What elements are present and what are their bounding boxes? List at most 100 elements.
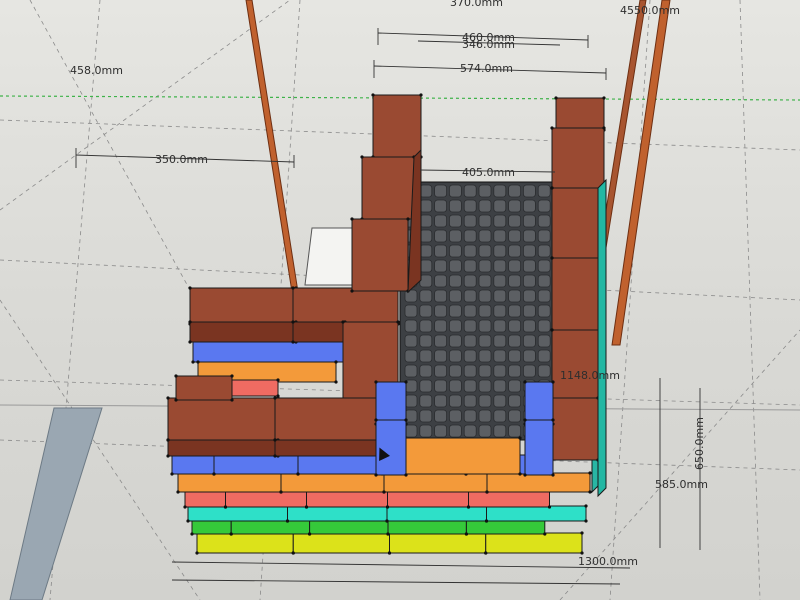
grate-tile xyxy=(419,214,433,228)
grate-tile xyxy=(434,289,448,303)
guide-line xyxy=(29,0,191,291)
grate-tile xyxy=(493,184,507,198)
dimension-350[interactable]: 350.0mm xyxy=(155,153,208,166)
grate-tile xyxy=(508,364,522,378)
course-brick xyxy=(187,505,288,522)
dimension-line xyxy=(171,579,621,585)
vertex-dot xyxy=(170,472,174,476)
course-brick xyxy=(485,532,583,554)
dimension-405[interactable]: 405.0mm xyxy=(462,166,515,179)
grate-tile xyxy=(508,214,522,228)
grate-tile xyxy=(493,379,507,393)
dimension-1148[interactable]: 1148.0mm xyxy=(560,369,620,382)
grate-tile xyxy=(537,199,551,213)
grate-tile xyxy=(448,184,462,198)
grate-tile xyxy=(493,409,507,423)
blue-upright xyxy=(375,381,407,425)
vertex-dot xyxy=(212,472,216,476)
vertex-dot xyxy=(550,328,554,332)
grate-tile xyxy=(434,214,448,228)
grate-tile xyxy=(508,289,522,303)
grate-tile xyxy=(493,334,507,348)
dimension-346[interactable]: 346.0mm xyxy=(462,38,515,51)
blue-brick xyxy=(192,339,349,363)
course-brick xyxy=(383,472,488,493)
course-brick xyxy=(297,454,383,475)
grate-tile xyxy=(523,319,536,333)
grate-tile xyxy=(523,304,536,318)
grate-tile xyxy=(463,379,477,393)
grate-tile xyxy=(493,214,507,228)
vertex-dot xyxy=(554,96,558,100)
vertex-dot xyxy=(485,490,489,494)
grate-tile xyxy=(419,349,433,363)
brick xyxy=(292,287,399,325)
vertex-dot xyxy=(188,286,192,290)
vertex-dot xyxy=(404,380,408,384)
dimension-585[interactable]: 585.0mm xyxy=(655,478,708,491)
grate-tile xyxy=(537,304,551,318)
vertex-dot xyxy=(404,473,408,477)
grate-tile xyxy=(523,334,536,348)
grate-tile xyxy=(434,319,448,333)
course-brick xyxy=(287,505,388,522)
dimension-line xyxy=(171,561,631,569)
grate-tile xyxy=(523,289,536,303)
course-brick xyxy=(486,505,587,522)
model-scene[interactable] xyxy=(0,0,800,600)
course-brick xyxy=(292,532,390,554)
vertex-dot xyxy=(360,155,364,159)
vertex-dot xyxy=(387,551,392,555)
vertex-dot xyxy=(374,473,378,477)
vertex-dot xyxy=(223,505,228,509)
dimension-458[interactable]: 458.0mm xyxy=(70,64,123,77)
vertex-dot xyxy=(374,418,378,422)
grate-tile xyxy=(478,349,492,363)
grate-tile xyxy=(523,349,536,363)
grate-tile xyxy=(508,334,522,348)
grate-tile xyxy=(478,244,492,258)
model-viewport[interactable]: 370.0mm 4550.0mm 460.0mm 346.0mm 458.0mm… xyxy=(0,0,800,600)
grate-tile xyxy=(448,349,462,363)
grate-tile xyxy=(537,319,551,333)
dimension-650[interactable]: 650.0mm xyxy=(693,417,706,470)
grate-tile xyxy=(419,379,433,393)
course-brick xyxy=(213,454,299,475)
vertex-dot xyxy=(404,418,408,422)
grate-tile xyxy=(493,259,507,273)
course-brick xyxy=(280,472,385,493)
grate-tile xyxy=(493,199,507,213)
dimension-4550[interactable]: 4550.0mm xyxy=(620,4,680,17)
grate-tile xyxy=(448,214,462,228)
grate-tile xyxy=(448,409,462,423)
grate-tile xyxy=(537,289,551,303)
course-brick xyxy=(309,519,389,535)
grate-tile xyxy=(493,289,507,303)
vertex-dot xyxy=(374,380,378,384)
vertex-dot xyxy=(176,490,180,494)
vertex-dot xyxy=(191,360,195,364)
grate-tile xyxy=(434,379,448,393)
course-brick xyxy=(191,519,232,535)
blue-upright xyxy=(524,381,554,425)
dimension-1300[interactable]: 1300.0mm xyxy=(578,555,638,568)
grate-tile xyxy=(493,244,507,258)
dimension-574[interactable]: 574.0mm xyxy=(460,62,513,75)
grate-tile xyxy=(419,424,433,438)
grate-tile xyxy=(493,394,507,408)
dimension-370[interactable]: 370.0mm xyxy=(450,0,503,9)
grate-tile xyxy=(419,304,433,318)
brick xyxy=(555,97,605,131)
grate-tile xyxy=(448,334,462,348)
grate-tile xyxy=(404,394,418,408)
vertex-dot xyxy=(551,380,555,384)
vertex-dot xyxy=(291,551,295,555)
vertex-dot xyxy=(518,472,522,476)
grate-tile xyxy=(463,199,477,213)
brick xyxy=(167,439,279,457)
grate-tile xyxy=(434,259,448,273)
grate-tile xyxy=(537,259,551,273)
brick xyxy=(351,218,409,292)
brick-model[interactable] xyxy=(166,93,607,555)
grate-tile xyxy=(478,214,492,228)
